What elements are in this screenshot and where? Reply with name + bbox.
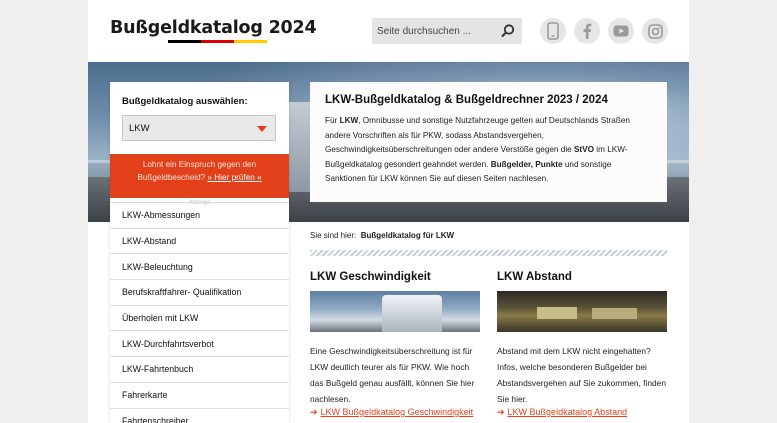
card-title-geschwindigkeit[interactable]: LKW Geschwindigkeit: [310, 271, 431, 283]
flag-stripe-gold: [234, 40, 267, 43]
sidebar: Bußgeldkatalog auswählen: LKW Lohnt ein …: [110, 82, 289, 423]
search-box: [372, 18, 522, 44]
facebook-icon[interactable]: [574, 18, 600, 44]
promo-text-1: Lohnt ein Einspruch gegen den: [142, 160, 257, 169]
sidebar-item-fahrtenschreiber[interactable]: Fahrtenschreiber: [110, 407, 289, 423]
card-link-abstand[interactable]: ➔ LKW Bußgeldkatalog Abstand: [497, 407, 627, 418]
promo-link[interactable]: » Hier prüfen «: [207, 173, 261, 182]
youtube-icon[interactable]: [608, 18, 634, 44]
sidebar-item-lkw-abstand[interactable]: LKW-Abstand: [110, 227, 289, 254]
card-image-truck-1: [537, 307, 577, 319]
flag-stripe-black: [168, 40, 201, 43]
arrow-right-icon: ➔: [497, 407, 505, 417]
smartphone-icon[interactable]: [540, 18, 566, 44]
card-image-truck: [382, 295, 442, 332]
breadcrumb: Sie sind hier: Bußgeldkatalog für LKW: [310, 231, 454, 240]
card-text-geschwindigkeit: Eine Geschwindigkeitsüberschreitung ist …: [310, 346, 475, 404]
sidebar-item-ueberholen[interactable]: Überholen mit LKW: [110, 304, 289, 331]
sidebar-item-fahrerkarte[interactable]: Fahrerkarte: [110, 381, 289, 408]
sidebar-item-berufskraftfahrer[interactable]: Berufskraftfahrer- Qualifikation: [110, 279, 289, 305]
sidebar-item-durchfahrtsverbot[interactable]: LKW-Durchfahrtsverbot: [110, 330, 289, 356]
intro-text-bold: Bußgelder, Punkte: [490, 159, 563, 169]
card-image-geschwindigkeit[interactable]: [310, 291, 480, 332]
breadcrumb-current[interactable]: Bußgeldkatalog für LKW: [361, 231, 454, 240]
promo-banner[interactable]: Lohnt ein Einspruch gegen den Bußgeldbes…: [110, 154, 289, 198]
catalog-select-label: Bußgeldkatalog auswählen:: [122, 96, 248, 107]
intro-text-bold: StVO: [573, 145, 594, 155]
intro-text-part: Für: [325, 116, 340, 125]
divider-hatch: [310, 250, 667, 256]
search-input[interactable]: [377, 22, 497, 40]
card-title-abstand[interactable]: LKW Abstand: [497, 271, 572, 283]
promo-text-2-label: Bußgeldbescheid?: [137, 173, 206, 182]
sidebar-menu: LKW-Abmessungen LKW-Abstand LKW-Beleucht…: [110, 202, 289, 423]
flag-stripe-red: [201, 40, 234, 43]
promo-text-2: Bußgeldbescheid? » Hier prüfen «: [110, 171, 289, 184]
sidebar-item-lkw-abmessungen[interactable]: LKW-Abmessungen: [110, 202, 289, 228]
chevron-down-icon: [257, 126, 267, 132]
card-text-abstand: Abstand mit dem LKW nicht eingehalten? I…: [497, 346, 667, 404]
page-title: LKW-Bußgeldkatalog & Bußgeldrechner 2023…: [325, 94, 608, 106]
card-link-geschwindigkeit[interactable]: ➔ LKW Bußgeldkatalog Geschwindigkeit: [310, 407, 473, 418]
instagram-icon[interactable]: [642, 18, 668, 44]
card-link-abstand-label: LKW Bußgeldkatalog Abstand: [507, 407, 628, 417]
intro-text-bold: LKW: [339, 116, 359, 125]
sidebar-item-lkw-beleuchtung[interactable]: LKW-Beleuchtung: [110, 253, 289, 279]
intro-card: LKW-Bußgeldkatalog & Bußgeldrechner 2023…: [310, 82, 667, 202]
catalog-select-value: LKW: [129, 123, 150, 134]
card-image-abstand[interactable]: [497, 291, 667, 332]
breadcrumb-prefix: Sie sind hier:: [310, 231, 357, 240]
search-icon[interactable]: [500, 23, 516, 39]
catalog-select[interactable]: LKW: [122, 115, 276, 141]
card-image-truck-2: [592, 308, 637, 319]
arrow-right-icon: ➔: [310, 407, 318, 417]
sidebar-item-fahrtenbuch[interactable]: LKW-Fahrtenbuch: [110, 356, 289, 382]
intro-text: Für LKW, Omnibusse und sonstige Nutzfahr…: [325, 114, 652, 187]
card-link-geschwindigkeit-label: LKW Bußgeldkatalog Geschwindigkeit: [320, 407, 474, 417]
site-logo[interactable]: Bußgeldkatalog 2024: [110, 18, 317, 38]
